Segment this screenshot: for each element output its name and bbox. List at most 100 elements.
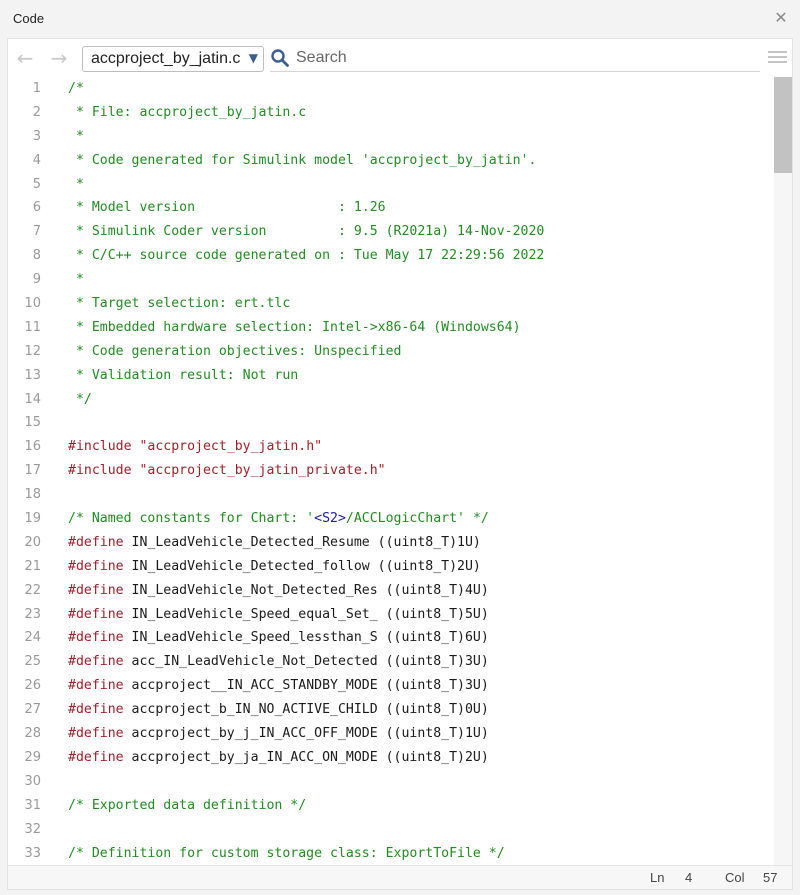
code-token: * xyxy=(68,272,84,288)
line-number-gutter: 22 xyxy=(24,582,41,598)
line-label: Ln xyxy=(650,870,665,885)
code-token: accproject_by_ja_IN_ACC_ON_MODE ((uint8_… xyxy=(131,749,489,765)
code-text: * xyxy=(68,173,84,197)
code-text: * Model version : 1.26 xyxy=(68,196,386,220)
status-bar: Ln 4 Col 57 xyxy=(8,865,792,889)
code-text: * Embedded hardware selection: Intel->x8… xyxy=(68,316,521,340)
code-text: /* Definition for custom storage class: … xyxy=(68,842,505,866)
line-number-gutter: 19 xyxy=(24,511,41,527)
code-line: 7 * Simulink Coder version : 9.5 (R2021a… xyxy=(8,220,774,244)
code-token: #define xyxy=(68,630,132,646)
code-text: #define IN_LeadVehicle_Detected_follow (… xyxy=(68,555,481,579)
code-line: 2 * File: accproject_by_jatin.c xyxy=(8,101,774,125)
line-number-gutter: 13 xyxy=(24,367,41,383)
code-line: 22 #define IN_LeadVehicle_Not_Detected_Re… xyxy=(8,579,774,603)
code-token: acc_IN_LeadVehicle_Not_Detected ((uint8_… xyxy=(131,654,489,670)
code-token: #define xyxy=(68,678,132,694)
code-line: 31 /* Exported data definition */ xyxy=(8,794,774,818)
code-token: #define xyxy=(68,749,132,765)
code-line: 15 xyxy=(8,411,774,435)
code-line: 18 xyxy=(8,483,774,507)
code-hyperlink[interactable]: <S2> xyxy=(314,511,346,526)
line-number: 4 xyxy=(685,870,693,885)
vertical-scrollbar[interactable] xyxy=(774,77,792,865)
line-number-gutter: 25 xyxy=(24,654,41,670)
title-bar: Code ✕ xyxy=(0,0,800,38)
code-text: /* Named constants for Chart: '<S2>/ACCL… xyxy=(68,507,489,531)
line-number-gutter: 7 xyxy=(32,224,41,240)
close-icon[interactable]: ✕ xyxy=(770,7,792,29)
line-number-gutter: 9 xyxy=(32,272,41,288)
code-text: * Code generation objectives: Unspecifie… xyxy=(68,340,402,364)
line-number-gutter: 23 xyxy=(24,606,41,622)
code-line: 6 * Model version : 1.26 xyxy=(8,196,774,220)
line-number-gutter: 8 xyxy=(32,248,41,264)
code-line: 13 * Validation result: Not run xyxy=(8,364,774,388)
code-line: 16 #include "accproject_by_jatin.h" xyxy=(8,435,774,459)
code-line: 25 #define acc_IN_LeadVehicle_Not_Detecte… xyxy=(8,650,774,674)
search-icon[interactable] xyxy=(270,48,290,68)
code-token: #define xyxy=(68,582,132,598)
code-line: 29 #define accproject_by_ja_IN_ACC_ON_MOD… xyxy=(8,746,774,770)
code-token: * File: accproject_by_jatin.c xyxy=(68,104,307,120)
code-text: #define IN_LeadVehicle_Speed_equal_Set_ … xyxy=(68,603,489,627)
code-token: #include xyxy=(68,439,140,455)
code-token: #define xyxy=(68,606,132,622)
code-text: * Validation result: Not run xyxy=(68,364,298,388)
code-text: * Simulink Coder version : 9.5 (R2021a) … xyxy=(68,220,544,244)
code-text: /* Exported data definition */ xyxy=(68,794,306,818)
code-token: accproject_by_j_IN_ACC_OFF_MODE ((uint8_… xyxy=(131,726,489,742)
scrollbar-thumb[interactable] xyxy=(774,77,792,173)
code-token: * Model version : 1.26 xyxy=(68,200,386,216)
code-token: /* Exported data definition */ xyxy=(68,797,307,813)
code-token: "accproject_by_jatin.h" xyxy=(139,439,323,455)
code-line: 17 #include "accproject_by_jatin_private.… xyxy=(8,459,774,483)
line-number-gutter: 12 xyxy=(24,343,41,359)
code-line: 3 * xyxy=(8,125,774,149)
line-number-gutter: 10 xyxy=(24,296,41,312)
code-text: * File: accproject_by_jatin.c xyxy=(68,101,306,125)
line-number-gutter: 20 xyxy=(24,534,41,550)
code-text: #define accproject_by_j_IN_ACC_OFF_MODE … xyxy=(68,722,489,746)
forward-arrow-icon[interactable]: → xyxy=(46,45,72,71)
code-token: accproject__IN_ACC_STANDBY_MODE ((uint8_… xyxy=(131,678,489,694)
code-token: #define xyxy=(68,534,132,550)
code-text: * C/C++ source code generated on : Tue M… xyxy=(68,244,544,268)
code-token: IN_LeadVehicle_Not_Detected_Res ((uint8_… xyxy=(131,582,489,598)
file-selector-dropdown[interactable]: accproject_by_jatin.c ▼ xyxy=(82,46,264,72)
code-line: 14 */ xyxy=(8,388,774,412)
line-number-gutter: 15 xyxy=(24,415,41,431)
hamburger-menu-icon[interactable] xyxy=(768,48,788,70)
line-number-gutter: 6 xyxy=(32,200,41,216)
toolbar: ← → accproject_by_jatin.c ▼ xyxy=(8,39,792,77)
search-box xyxy=(270,46,760,72)
code-token: /ACCLogicChart' */ xyxy=(345,511,489,527)
code-token: #define xyxy=(68,702,132,718)
code-line: 21 #define IN_LeadVehicle_Detected_follow… xyxy=(8,555,774,579)
line-number-gutter: 32 xyxy=(24,821,41,837)
line-number-gutter: 26 xyxy=(24,678,41,694)
code-line: 20 #define IN_LeadVehicle_Detected_Resume… xyxy=(8,531,774,555)
code-token: * Code generated for Simulink model 'acc… xyxy=(68,152,537,168)
code-token: * Validation result: Not run xyxy=(68,367,299,383)
code-text: * Code generated for Simulink model 'acc… xyxy=(68,149,537,173)
code-line: 11 * Embedded hardware selection: Intel-… xyxy=(8,316,774,340)
line-number-gutter: 14 xyxy=(24,391,41,407)
code-line: 30 xyxy=(8,770,774,794)
search-input[interactable] xyxy=(296,47,746,69)
code-line: 8 * C/C++ source code generated on : Tue… xyxy=(8,244,774,268)
code-token: /* Named constants for Chart: ' xyxy=(68,511,315,527)
code-token: */ xyxy=(68,391,92,407)
chevron-down-icon: ▼ xyxy=(248,51,258,65)
code-line: 24 #define IN_LeadVehicle_Speed_lessthan_… xyxy=(8,626,774,650)
line-number-gutter: 21 xyxy=(24,558,41,574)
code-token: #define xyxy=(68,654,132,670)
back-arrow-icon[interactable]: ← xyxy=(12,45,38,71)
column-label: Col xyxy=(725,870,745,885)
code-text: #define acc_IN_LeadVehicle_Not_Detected … xyxy=(68,650,489,674)
line-number-gutter: 27 xyxy=(24,702,41,718)
code-line: 32 xyxy=(8,818,774,842)
code-text: #define IN_LeadVehicle_Speed_lessthan_S … xyxy=(68,626,489,650)
code-token: * xyxy=(68,176,84,192)
code-editor[interactable]: 1/* 2 * File: accproject_by_jatin.c 3 * 4 *… xyxy=(8,77,774,865)
